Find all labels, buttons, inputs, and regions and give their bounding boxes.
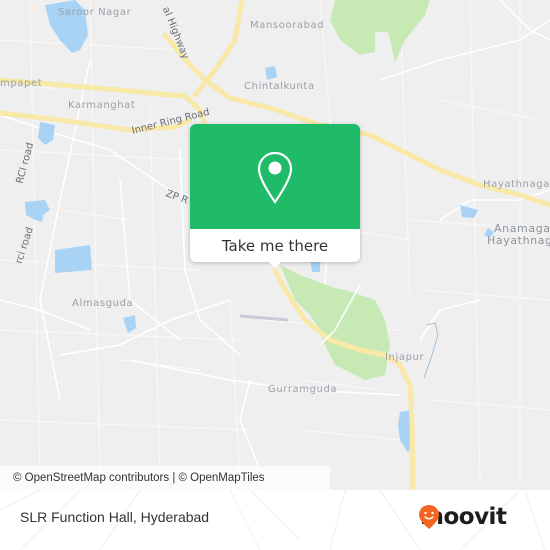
label-hayathnagar: Hayathnagar xyxy=(483,179,550,190)
destination-popup[interactable]: Take me there xyxy=(190,124,360,268)
footer-bar: SLR Function Hall, Hyderabad moovit xyxy=(0,490,550,550)
park-mansoorabad xyxy=(330,0,430,62)
map-attribution[interactable]: © OpenStreetMap contributors | © OpenMap… xyxy=(13,472,265,484)
popup-header xyxy=(190,124,360,229)
label-champapet: mpapet xyxy=(0,78,43,89)
label-karmanghat: Karmanghat xyxy=(68,100,136,111)
label-mansoorabad: Mansoorabad xyxy=(250,20,325,31)
moovit-logo[interactable]: moovit xyxy=(418,504,507,530)
label-injapur: Injapur xyxy=(385,352,425,363)
label-gurramguda: Gurramguda xyxy=(268,384,338,395)
label-saroor-nagar: Saroor Nagar xyxy=(58,7,132,18)
map-canvas[interactable]: Saroor Nagar Mansoorabad mpapet Chintalk… xyxy=(0,0,550,490)
popup-pointer xyxy=(268,261,282,268)
take-me-there-label: Take me there xyxy=(221,236,329,255)
label-chintalkunta: Chintalkunta xyxy=(244,81,315,92)
map-pin-icon xyxy=(257,151,293,204)
take-me-there-button[interactable]: Take me there xyxy=(190,229,360,262)
label-almasguda: Almasguda xyxy=(72,298,134,309)
place-name: SLR Function Hall, Hyderabad xyxy=(20,509,210,525)
moovit-pin-icon xyxy=(419,505,439,529)
runway xyxy=(239,314,289,322)
label-anamagal-hayathnagar: Hayathnagar xyxy=(487,234,550,247)
